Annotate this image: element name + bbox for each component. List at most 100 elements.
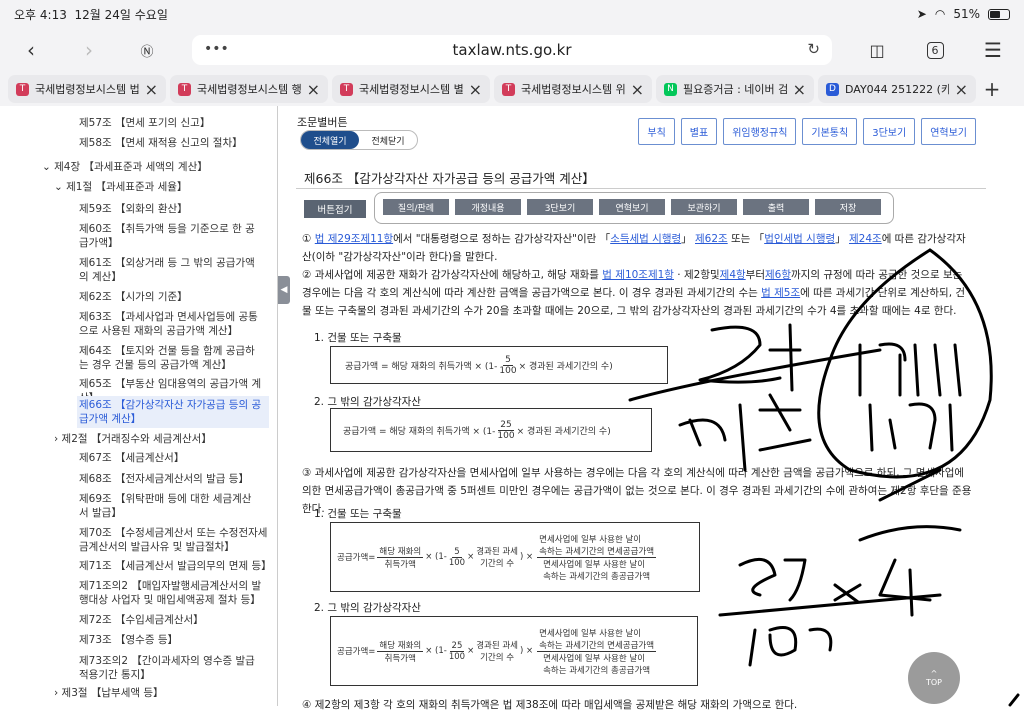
law-link[interactable]: 제4항 <box>720 269 746 281</box>
reload-icon[interactable]: ↻ <box>807 40 820 58</box>
tree-item[interactable]: 제68조 【전자세금계산서의 발급 등】 <box>79 472 269 486</box>
law-link[interactable]: 법 제29조제11항 <box>315 233 393 245</box>
browser-tab[interactable]: T 국세법령정보시스템 별 × <box>332 75 490 103</box>
qa-cases-button[interactable]: 질의/판례 <box>383 199 449 215</box>
location-icon: ➤ <box>916 7 927 21</box>
tree-group[interactable]: ⌄ 제4장 【과세표준과 세액의 계산】 <box>42 160 262 174</box>
browser-tab[interactable]: T 국세법령정보시스템 행 × <box>170 75 328 103</box>
browser-tab[interactable]: T 국세법령정보시스템 위 × <box>494 75 652 103</box>
address-bar[interactable]: ••• taxlaw.nts.go.kr ↻ <box>192 35 832 65</box>
law-link[interactable]: 법 제5조 <box>761 287 800 299</box>
fraction-line: 면세사업에 일부 사용한 날이 <box>539 534 642 545</box>
fraction-line: 면세사업에 일부 사용한 날이 <box>539 628 642 639</box>
three-column-view-button[interactable]: 3단보기 <box>863 118 916 145</box>
tree-item[interactable]: 제67조 【세금계산서】 <box>79 451 269 465</box>
favicon-icon: T <box>340 82 353 96</box>
bookmark-button[interactable]: 보관하기 <box>671 199 737 215</box>
tree-item[interactable]: 제71조 【세금계산서 발급의무의 면제 등】 <box>79 559 272 573</box>
tree-item[interactable]: 제73조 【영수증 등】 <box>79 633 269 647</box>
tab-title: 국세법령정보시스템 행 <box>197 83 301 96</box>
menu-icon[interactable]: ☰ <box>976 33 1010 67</box>
tree-item-selected[interactable]: 제66조 【감가상각자산 자가공급 등의 공급가액 계산】 <box>77 396 269 428</box>
tab-count-button[interactable]: 6 <box>918 33 952 67</box>
history-view-button[interactable]: 연혁보기 <box>921 118 976 145</box>
favicon-icon: N <box>664 82 677 96</box>
browser-tab[interactable]: N 필요증거금 : 네이버 검 × <box>656 75 814 103</box>
print-button[interactable]: 출력 <box>743 199 809 215</box>
chevron-down-icon: ⌄ <box>54 181 67 193</box>
fraction-num: 25 <box>449 640 465 652</box>
fraction-den: 기간의 수 <box>480 559 515 569</box>
tree-item[interactable]: 제57조 【면세 포기의 신고】 <box>79 116 269 130</box>
fraction-den: 100 <box>497 430 515 441</box>
history-button[interactable]: 연혁보기 <box>599 199 665 215</box>
naver-home-icon[interactable]: Ⓝ <box>130 33 164 67</box>
save-button[interactable]: 저장 <box>815 199 881 215</box>
tree-item[interactable]: 제64조 【토지와 건물 등을 함께 공급하는 경우 건물 등의 공급가액 계산… <box>79 344 264 372</box>
close-icon[interactable]: × <box>145 80 158 99</box>
fraction: 경과된 과세 기간의 수 <box>476 545 518 569</box>
fraction-num: 경과된 과세 <box>476 641 519 651</box>
appendix-button[interactable]: 별표 <box>680 118 718 145</box>
wifi-icon: ◠ <box>934 7 946 21</box>
fraction-den: 100 <box>499 365 517 376</box>
formula-box: 공급가액= 해당 재화의 취득가액 × (1- 5 100 × 경과된 과세 기간의 … <box>330 522 700 592</box>
battery-icon <box>988 8 1010 20</box>
basic-rules-button[interactable]: 기본통칙 <box>802 118 858 145</box>
law-link[interactable]: 제24조 <box>849 233 882 245</box>
subitem-heading: 2. 그 밖의 감가상각자산 <box>314 602 421 614</box>
expand-all-button[interactable]: 전체열기 <box>301 131 359 149</box>
fraction-line: 속하는 과세기간의 면세공급가액 <box>539 546 655 557</box>
tree-item[interactable]: 제62조 【시가의 기준】 <box>79 290 269 304</box>
three-column-button[interactable]: 3단보기 <box>527 199 593 215</box>
fraction: 면세사업에 일부 사용한 날이 속하는 과세기간의 면세공급가액 면세사업에 일부… <box>537 533 657 582</box>
paragraph-4: ④ 제2항의 제3항 각 호의 재화의 취득가액은 법 제38조에 따라 매입세… <box>302 699 798 711</box>
tree-item[interactable]: 제73조의2 【간이과세자의 영수증 발급 적용기간 통지】 <box>79 654 264 682</box>
formula-text: ) × <box>520 646 534 656</box>
law-link[interactable]: 법인세법 시행령 <box>764 233 835 245</box>
tree-group[interactable]: ⌄ 제1절 【과세표준과 세율】 <box>54 180 264 194</box>
tree-item[interactable]: 제72조 【수입세금계산서】 <box>79 613 269 627</box>
collapse-all-button[interactable]: 전체닫기 <box>359 131 417 149</box>
tree-item[interactable]: 제61조 【외상거래 등 그 밖의 공급가액의 계산】 <box>79 256 259 284</box>
law-link[interactable]: 소득세법 시행령 <box>610 233 681 245</box>
formula-text: 공급가액 = 해당 재화의 취득가액 × (1- <box>343 426 496 437</box>
tree-group[interactable]: › 제3절 【납부세액 등】 <box>54 686 264 700</box>
sidebar-toggle-icon[interactable]: ◫ <box>860 33 894 67</box>
fraction-num: 25 <box>498 419 514 431</box>
law-link[interactable]: 법 제10조제1항 <box>602 269 674 281</box>
tab-count: 6 <box>926 41 944 59</box>
tree-item[interactable]: 제71조의2 【매입자발행세금계산서의 발행대상 사업자 및 매입세액공제 절차… <box>79 579 264 607</box>
law-link[interactable]: 제62조 <box>695 233 728 245</box>
forward-button[interactable]: › <box>72 33 106 67</box>
paragraph-2-text: 부터 <box>745 269 765 281</box>
more-icon[interactable]: ••• <box>204 41 229 57</box>
tree-group[interactable]: › 제2절 【거래징수와 세금계산서】 <box>54 432 264 446</box>
new-tab-icon[interactable]: + <box>980 77 1004 101</box>
subitem-heading: 2. 그 밖의 감가상각자산 <box>314 396 421 408</box>
browser-tab[interactable]: T 국세법령정보시스템 법 × <box>8 75 166 103</box>
sidebar-collapse-handle[interactable]: ◀ <box>278 276 290 304</box>
close-icon[interactable]: × <box>793 80 806 99</box>
tree-item[interactable]: 제58조 【면세 재적용 신고의 절차】 <box>79 136 269 150</box>
law-link[interactable]: 제6항 <box>765 269 791 281</box>
close-icon[interactable]: × <box>955 80 968 99</box>
tree-item[interactable]: 제69조 【위탁판매 등에 대한 세금계산서 발급】 <box>79 492 259 520</box>
tree-item[interactable]: 제63조 【과세사업과 면세사업등에 공통으로 사용된 재화의 공급가액 계산】 <box>79 310 264 338</box>
back-button[interactable]: ‹ <box>14 33 48 67</box>
status-time: 오후 4:13 <box>14 7 67 22</box>
collapse-buttons-button[interactable]: 버튼접기 <box>304 200 366 218</box>
browser-tab[interactable]: D DAY044 251222 (카 × <box>818 75 976 103</box>
delegated-rules-button[interactable]: 위임행정규칙 <box>723 118 797 145</box>
scroll-top-button[interactable]: ^ TOP <box>908 652 960 704</box>
close-icon[interactable]: × <box>469 80 482 99</box>
tree-item[interactable]: 제59조 【외화의 환산】 <box>79 202 269 216</box>
revision-button[interactable]: 개정내용 <box>455 199 521 215</box>
addenda-button[interactable]: 부칙 <box>638 118 675 145</box>
tree-item[interactable]: 제60조 【취득가액 등을 기준으로 한 공급가액】 <box>79 222 259 250</box>
favicon-icon: T <box>502 82 515 96</box>
close-icon[interactable]: × <box>307 80 320 99</box>
close-icon[interactable]: × <box>631 80 644 99</box>
tree-item[interactable]: 제70조 【수정세금계산서 또는 수정전자세금계산서의 발급사유 및 발급절차】 <box>79 526 269 554</box>
formula-text: 공급가액= <box>337 553 376 563</box>
